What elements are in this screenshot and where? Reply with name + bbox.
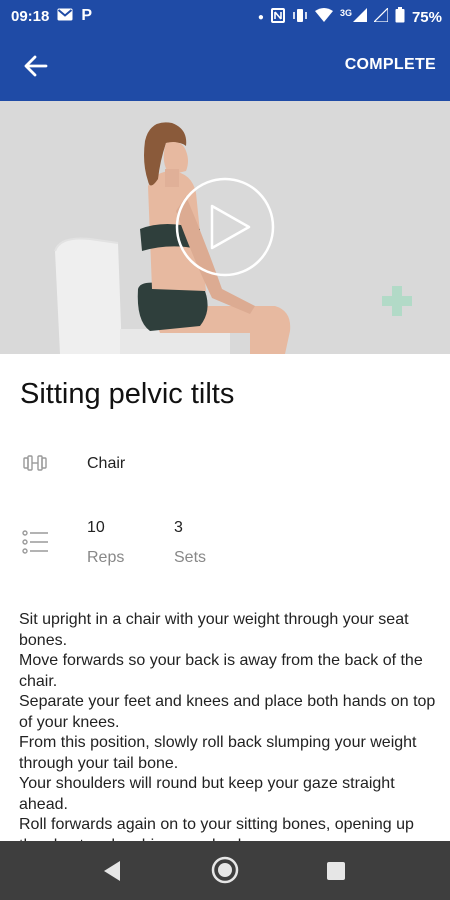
square-recents-icon	[327, 862, 345, 880]
description-line: Move forwards so your back is away from …	[19, 652, 423, 690]
play-icon	[175, 177, 275, 277]
wifi-icon	[314, 8, 333, 26]
nav-recents-button[interactable]	[325, 860, 347, 882]
dot-icon: ●	[257, 11, 264, 23]
exercise-description: Sit upright in a chair with your weight …	[19, 610, 439, 856]
exercise-title: Sitting pelvic tilts	[20, 378, 235, 410]
nfc-icon	[270, 7, 285, 27]
back-button[interactable]	[20, 52, 52, 80]
status-time: 09:18	[11, 7, 50, 25]
play-button[interactable]	[175, 177, 275, 277]
nav-back-button[interactable]	[100, 858, 126, 884]
reps-value: 10	[87, 519, 105, 536]
app-bar: 09:18 P ● 3G 75% COMPLETE	[0, 0, 450, 101]
reps-label: Reps	[87, 549, 125, 566]
description-line: Separate your feet and knees and place b…	[19, 693, 436, 731]
description-line: Your shoulders will round but keep your …	[19, 775, 395, 813]
network-type: 3G	[339, 8, 352, 18]
home-circle-icon	[211, 856, 239, 884]
triangle-back-icon	[104, 861, 120, 881]
complete-button[interactable]: COMPLETE	[345, 56, 436, 74]
signal-empty-icon	[372, 6, 389, 26]
vibrate-icon	[292, 8, 308, 27]
toolbar: COMPLETE	[0, 40, 450, 92]
description-line: From this position, slowly roll back slu…	[19, 734, 417, 772]
signal-icon	[352, 8, 367, 26]
dumbbell-icon	[22, 453, 48, 478]
system-nav-bar	[0, 841, 450, 900]
sets-value: 3	[174, 519, 183, 536]
parking-icon: P	[81, 7, 93, 24]
battery-percent: 75%	[411, 8, 442, 26]
status-bar: 09:18 P ● 3G 75%	[0, 0, 450, 33]
equipment-label: Chair	[87, 455, 126, 472]
description-line: Sit upright in a chair with your weight …	[19, 611, 409, 649]
gmail-icon	[57, 8, 73, 25]
battery-icon	[395, 7, 405, 27]
nav-home-button[interactable]	[211, 856, 239, 884]
sets-label: Sets	[174, 549, 207, 566]
arrow-left-icon	[24, 55, 48, 77]
exercise-video[interactable]	[0, 101, 450, 354]
list-icon	[22, 530, 50, 559]
